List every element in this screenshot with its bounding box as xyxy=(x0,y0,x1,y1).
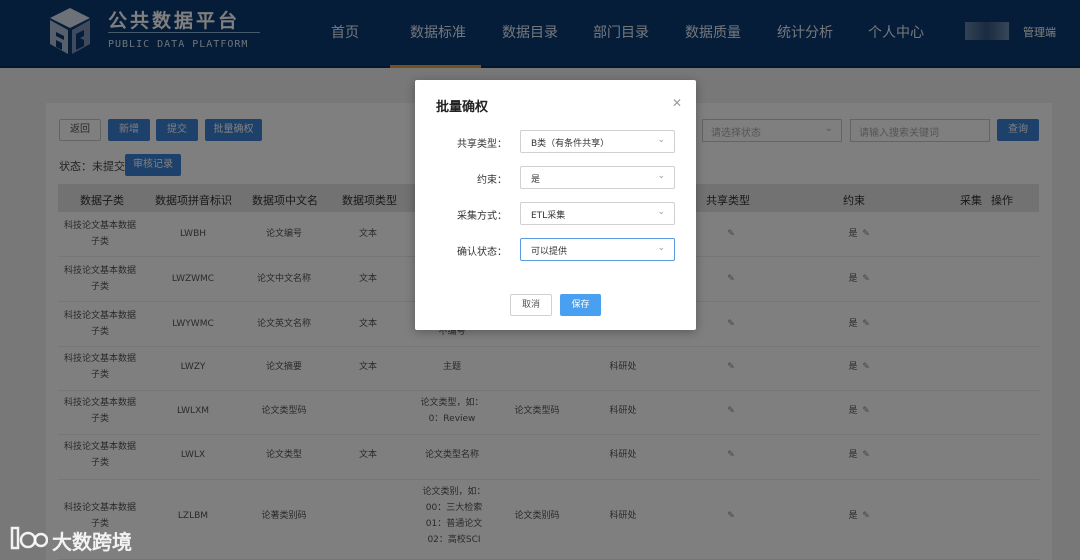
constraint-label: 约束： xyxy=(477,175,507,186)
collect-method-label: 采集方式： xyxy=(457,211,507,222)
save-button[interactable]: 保存 xyxy=(560,294,601,316)
chevron-down-icon: ⌄ xyxy=(657,243,665,253)
chevron-down-icon: ⌄ xyxy=(657,171,665,181)
collect-method-select[interactable]: ETL采集 ⌄ xyxy=(520,202,675,225)
confirm-status-select[interactable]: 可以提供 ⌄ xyxy=(520,238,675,261)
close-icon[interactable]: ✕ xyxy=(672,96,682,110)
batch-confirm-dialog: 批量确权 ✕ 共享类型： B类（有条件共享） ⌄ 约束： 是 ⌄ 采集方式： E… xyxy=(415,80,696,330)
share-type-value: B类（有条件共享） xyxy=(531,139,610,149)
constraint-select[interactable]: 是 ⌄ xyxy=(520,166,675,189)
collect-method-value: ETL采集 xyxy=(531,211,566,221)
watermark-logo-icon xyxy=(10,526,48,550)
watermark-text: 大数跨境 xyxy=(52,530,132,554)
confirm-status-value: 可以提供 xyxy=(531,247,568,257)
chevron-down-icon: ⌄ xyxy=(657,135,665,145)
share-type-label: 共享类型： xyxy=(457,139,507,150)
dialog-title: 批量确权 xyxy=(436,100,489,115)
constraint-value: 是 xyxy=(531,175,541,185)
cancel-button[interactable]: 取消 xyxy=(510,294,552,316)
share-type-select[interactable]: B类（有条件共享） ⌄ xyxy=(520,130,675,153)
confirm-status-label: 确认状态： xyxy=(457,247,507,258)
chevron-down-icon: ⌄ xyxy=(657,207,665,217)
